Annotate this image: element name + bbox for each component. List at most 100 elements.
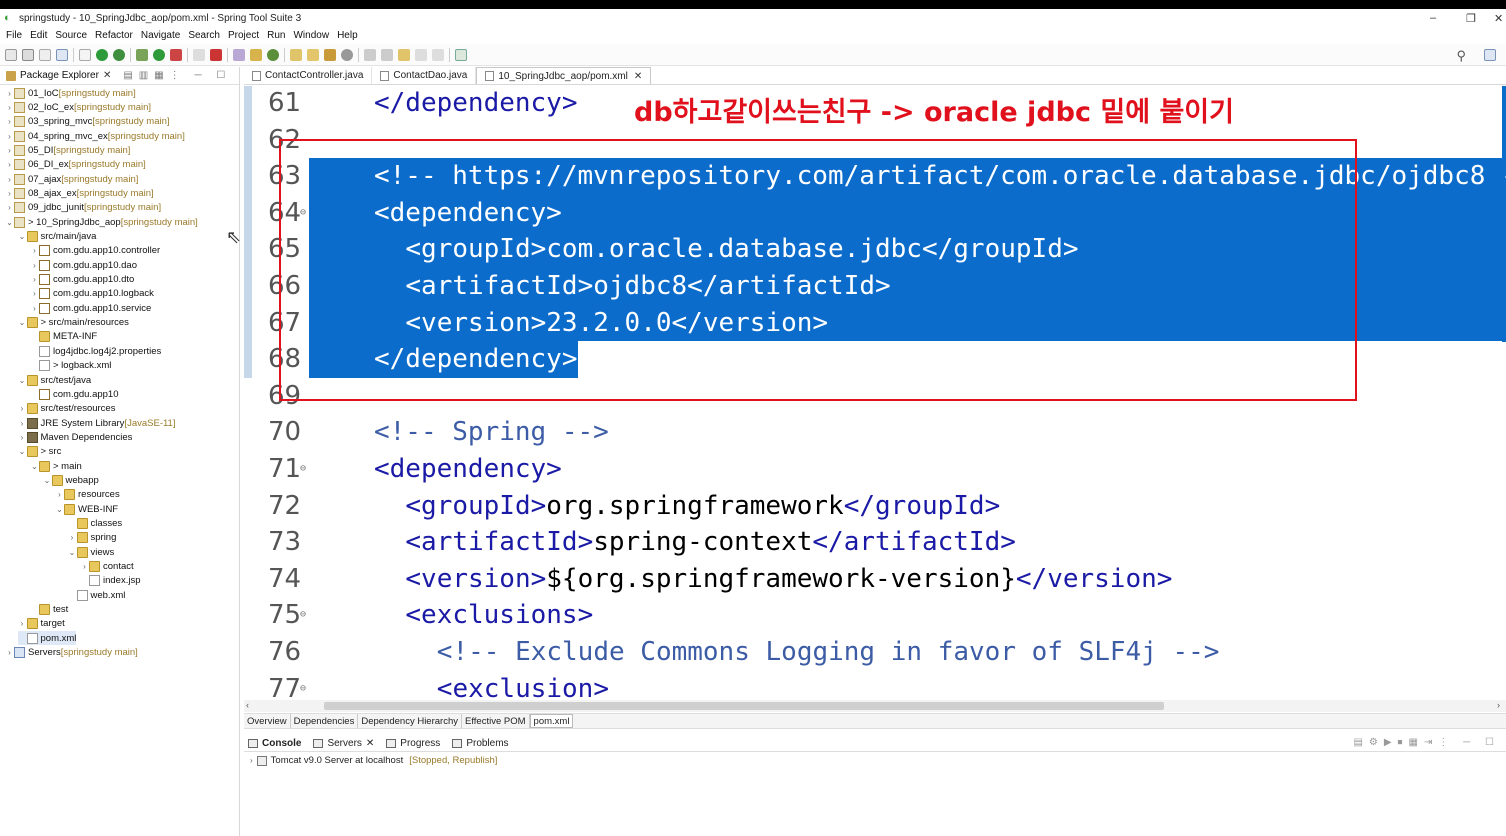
server-row[interactable]: › Tomcat v9.0 Server at localhost [Stopp… [250,755,497,766]
open-task-icon[interactable] [307,48,319,61]
collapse-chevron-icon[interactable]: ⌄ [30,462,39,471]
tree-item[interactable]: ⌄ > src [18,445,61,459]
tab-console[interactable]: Console [248,738,301,749]
tree-item[interactable]: › 06_DI_ex [springstudy main] [5,158,146,172]
close-icon[interactable]: ✕ [366,738,374,749]
close-icon[interactable]: ✕ [634,71,642,82]
editor-tab[interactable]: ContactDao.java [372,67,477,84]
expand-chevron-icon[interactable]: › [18,419,27,428]
expand-chevron-icon[interactable]: › [5,89,14,98]
fold-toggle-icon[interactable]: ⊖ [300,671,306,700]
tab-progress[interactable]: Progress [386,738,440,749]
tree-item[interactable]: com.gdu.app10 [30,387,119,401]
scrollbar-thumb[interactable] [324,702,1164,710]
disconnect-icon[interactable] [210,48,222,61]
view-toolbar-icons[interactable]: ▤▥▦⋮ ─ ☐ [123,70,231,81]
tree-item[interactable]: › src/test/resources [18,402,115,416]
tree-item[interactable]: › 05_DI [springstudy main] [5,143,130,157]
fold-toggle-icon[interactable]: ⊖ [300,451,306,488]
expand-chevron-icon[interactable]: › [5,189,14,198]
tree-item[interactable]: ⌄ views [68,545,114,559]
spring-boot-icon[interactable] [96,48,108,61]
toggle-mark-icon[interactable] [341,48,353,61]
expand-chevron-icon[interactable]: › [30,275,39,284]
tree-item[interactable]: › 02_IoC_ex [springstudy main] [5,100,151,114]
tree-item[interactable]: › 09_jdbc_junit [springstudy main] [5,201,161,215]
expand-chevron-icon[interactable]: › [30,246,39,255]
tree-item[interactable]: ⌄ > main [30,459,82,473]
tree-item[interactable]: › contact [80,560,134,574]
pom-tab[interactable]: Dependency Hierarchy [358,714,462,728]
tree-item[interactable]: › 03_spring_mvc [springstudy main] [5,115,170,129]
expand-chevron-icon[interactable]: › [80,562,89,571]
expand-chevron-icon[interactable]: › [5,203,14,212]
print-icon[interactable] [56,48,68,61]
open-perspective-icon[interactable] [1484,49,1496,61]
expand-chevron-icon[interactable]: › [18,619,27,628]
tree-item[interactable]: pom.xml [17,631,77,646]
code-line[interactable]: 77 ⊖ <exclusion> [244,671,1506,700]
tree-item[interactable]: › spring [68,531,116,545]
forward-icon[interactable] [432,48,444,61]
pom-tab[interactable]: pom.xml [529,714,574,728]
menu-run[interactable]: Run [267,30,285,41]
expand-chevron-icon[interactable]: › [68,533,77,542]
collapse-chevron-icon[interactable]: ⌄ [18,447,27,456]
skip-breakpoints-icon[interactable] [79,48,91,61]
back-icon[interactable] [415,48,427,61]
tree-item[interactable]: › JRE System Library [JavaSE-11] [18,416,175,430]
tree-item[interactable]: › 04_spring_mvc_ex [springstudy main] [5,129,185,143]
package-explorer-title[interactable]: Package Explorer [20,70,99,81]
last-edit-location-icon[interactable] [398,48,410,61]
expand-chevron-icon[interactable]: › [30,304,39,313]
expand-chevron-icon[interactable]: › [5,160,14,169]
tree-item[interactable]: index.jsp [80,574,141,588]
external-tools-icon[interactable] [170,48,182,61]
tab-problems[interactable]: Problems [452,738,509,749]
expand-chevron-icon[interactable]: › [30,289,39,298]
tree-item[interactable]: web.xml [68,588,125,602]
tree-item[interactable]: › target [18,617,65,631]
menu-window[interactable]: Window [293,30,329,41]
collapse-chevron-icon[interactable]: ⌄ [18,318,27,327]
scroll-left-icon[interactable]: ‹ [246,700,249,710]
tree-item[interactable]: ⌄ src/test/java [18,373,91,387]
collapse-chevron-icon[interactable]: ⌄ [5,218,14,227]
menu-help[interactable]: Help [337,30,358,41]
refresh-icon[interactable] [113,48,125,61]
new-class-icon[interactable] [267,48,279,61]
editor-tab[interactable]: 10_SpringJdbc_aop/pom.xml ✕ [476,67,652,84]
tree-item[interactable]: ⌄ > 10_SpringJdbc_aop [springstudy main] [5,215,198,229]
code-line[interactable]: 74 <version>${org.springframework-version… [244,561,1506,598]
menu-file[interactable]: File [6,30,22,41]
new-package-icon[interactable] [250,48,262,61]
menu-source[interactable]: Source [55,30,87,41]
tree-item[interactable]: ⌄ WEB-INF [55,502,118,516]
menu-refactor[interactable]: Refactor [95,30,133,41]
collapse-chevron-icon[interactable]: ⌄ [43,476,52,485]
run-icon[interactable] [153,48,165,61]
collapse-chevron-icon[interactable]: ⌄ [18,232,27,241]
tree-item[interactable]: › resources [55,488,120,502]
tree-item[interactable]: test [30,603,68,617]
pin-editor-icon[interactable] [455,48,467,61]
save-icon[interactable] [22,48,34,61]
tree-item[interactable]: › 08_ajax_ex [springstudy main] [5,186,154,200]
tree-item[interactable]: ⌄ webapp [43,473,99,487]
tree-item[interactable]: META-INF [30,330,97,344]
menu-project[interactable]: Project [228,30,259,41]
menu-edit[interactable]: Edit [30,30,47,41]
expand-chevron-icon[interactable]: › [30,261,39,270]
fold-toggle-icon[interactable]: ⊖ [300,597,306,634]
code-line[interactable]: 71 ⊖ <dependency> [244,451,1506,488]
tree-item[interactable]: › com.gdu.app10.controller [30,244,160,258]
close-icon[interactable]: ✕ [103,70,111,81]
tree-item[interactable]: log4jdbc.log4j2.properties [30,344,161,358]
pom-tab[interactable]: Overview [244,714,291,728]
search-icon[interactable]: ⚲ [1456,48,1466,64]
expand-chevron-icon[interactable]: › [5,117,14,126]
close-button[interactable]: ✕ [1494,9,1503,27]
code-line[interactable]: 70 <!-- Spring --> [244,414,1506,451]
search-toolbar-icon[interactable] [324,48,336,61]
stop-icon[interactable] [193,48,205,61]
